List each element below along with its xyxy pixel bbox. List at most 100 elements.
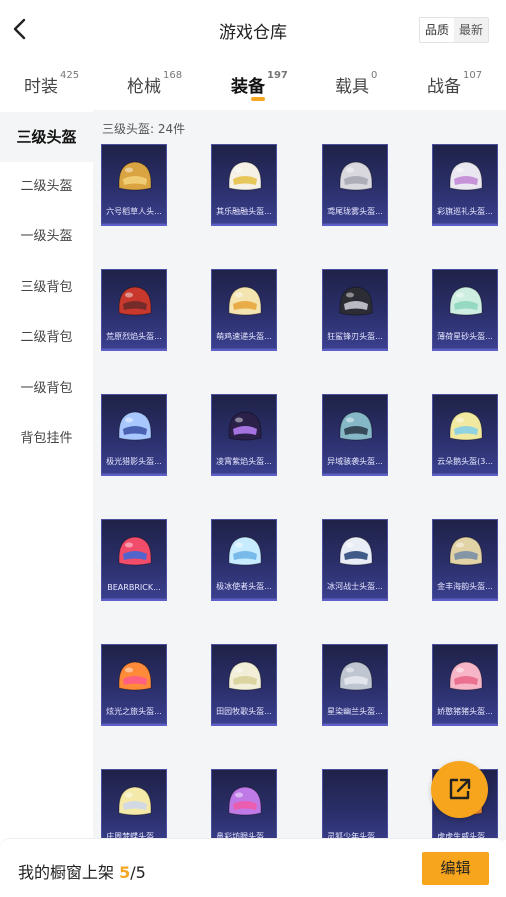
item-card[interactable]: 薄荷星砂头盔...	[432, 269, 498, 349]
item-card[interactable]: 炫光之旅头盔...	[101, 644, 167, 724]
item-name: 云朵鹅头盔(3...	[437, 457, 493, 466]
sort-toggle[interactable]: 品质 最新	[418, 17, 489, 43]
item-card[interactable]: 彩旗巡礼头盔...	[432, 144, 498, 224]
item-card[interactable]: 鼻彩坊眼头盔...	[211, 769, 277, 840]
showcase-current: 5	[119, 863, 131, 882]
helmet-icon	[339, 286, 373, 316]
item-card[interactable]: 田园牧歌头盔...	[211, 644, 277, 724]
active-tab-indicator	[251, 97, 265, 101]
tab-label: 枪械	[127, 77, 161, 97]
sidebar-item-level3-backpack[interactable]: 三级背包	[0, 263, 93, 313]
sidebar-item-level2-backpack[interactable]: 二级背包	[0, 313, 93, 363]
item-name: 凌霄紫焰头盔...	[216, 457, 272, 466]
helmet-icon	[118, 411, 152, 441]
tab-count: 197	[267, 70, 288, 81]
item-grid-area: 三级头盔: 24件 六号稻草人头... 其乐融融头盔... 鸢尾珑雾头盔... 彩旗巡…	[93, 110, 506, 840]
tab-label: 战备	[427, 77, 461, 97]
item-name: 薄荷星砂头盔...	[437, 332, 493, 341]
helmet-icon	[339, 411, 373, 441]
item-name: BEARBRICK...	[107, 583, 161, 592]
tab-vehicles[interactable]: 载具0	[335, 70, 378, 106]
sidebar-item-level3-helmet[interactable]: 三级头盔	[0, 112, 93, 162]
tab-count: 168	[163, 70, 183, 81]
item-name: 狂鲨锋刃头盔...	[327, 332, 383, 341]
item-name: 冰河战士头盔...	[327, 582, 383, 591]
item-card[interactable]: 星染幽兰头盔...	[322, 644, 388, 724]
item-card[interactable]: 狂鲨锋刃头盔...	[322, 269, 388, 349]
sidebar: 三级头盔 二级头盔 一级头盔 三级背包 二级背包 一级背包 背包挂件	[0, 110, 93, 840]
item-card[interactable]: BEARBRICK...	[101, 519, 167, 599]
item-name: 极冰使者头盔...	[216, 582, 272, 591]
item-card[interactable]: 灵狐少年头盔...	[322, 769, 388, 840]
helmet-icon	[339, 536, 373, 566]
item-name: 星染幽兰头盔...	[327, 707, 383, 716]
tab-label: 载具	[335, 77, 369, 97]
helmet-icon	[228, 411, 262, 441]
helmet-icon	[339, 661, 373, 691]
item-name: 萌鸡速递头盔...	[216, 332, 272, 341]
item-card[interactable]: 极光猎影头盔...	[101, 394, 167, 474]
edit-button[interactable]: 编辑	[422, 852, 489, 885]
tab-count: 107	[463, 70, 483, 81]
header: 游戏仓库 品质 最新	[0, 0, 506, 60]
helmet-icon	[339, 161, 373, 191]
tab-supplies[interactable]: 战备107	[427, 70, 483, 106]
tab-count: 425	[60, 70, 80, 81]
item-card[interactable]: 异域骇袭头盔...	[322, 394, 388, 474]
item-name: 其乐融融头盔...	[216, 207, 272, 216]
helmet-icon	[449, 661, 483, 691]
category-tabs: 时装425 枪械168 装备197 载具0 战备107	[0, 62, 506, 108]
item-name: 鸢尾珑雾头盔...	[327, 207, 383, 216]
item-card[interactable]: 冰河战士头盔...	[322, 519, 388, 599]
item-name: 异域骇袭头盔...	[327, 457, 383, 466]
item-card[interactable]: 其乐融融头盔...	[211, 144, 277, 224]
showcase-footer: 我的橱窗上架 5/5 编辑	[0, 838, 506, 897]
sort-option-quality[interactable]: 品质	[419, 18, 454, 42]
sidebar-item-level1-helmet[interactable]: 一级头盔	[0, 212, 93, 262]
item-card[interactable]: 六号稻草人头...	[101, 144, 167, 224]
item-card[interactable]: 凌霄紫焰头盔...	[211, 394, 277, 474]
helmet-icon	[118, 661, 152, 691]
item-name: 金丰海韵头盔...	[437, 582, 493, 591]
helmet-icon	[118, 161, 152, 191]
helmet-icon	[118, 286, 152, 316]
item-name: 极光猎影头盔...	[106, 457, 162, 466]
item-card[interactable]: 荒原烈焰头盔...	[101, 269, 167, 349]
item-name: 炫光之旅头盔...	[106, 707, 162, 716]
helmet-icon	[449, 411, 483, 441]
item-card[interactable]: 鸢尾珑雾头盔...	[322, 144, 388, 224]
sidebar-item-level1-backpack[interactable]: 一级背包	[0, 364, 93, 414]
tab-count: 0	[371, 70, 378, 81]
helmet-icon	[118, 536, 152, 566]
item-card[interactable]: 金丰海韵头盔...	[432, 519, 498, 599]
helmet-icon	[228, 536, 262, 566]
share-button[interactable]	[431, 761, 488, 818]
section-title: 三级头盔: 24件	[102, 122, 186, 136]
helmet-icon	[449, 161, 483, 191]
helmet-icon	[228, 661, 262, 691]
item-name: 彩旗巡礼头盔...	[437, 207, 493, 216]
helmet-icon	[118, 786, 152, 816]
sidebar-item-backpack-charm[interactable]: 背包挂件	[0, 414, 93, 464]
warehouse-body: 三级头盔 二级头盔 一级头盔 三级背包 二级背包 一级背包 背包挂件 三级头盔:…	[0, 110, 506, 840]
tab-label: 时装	[24, 77, 58, 97]
share-icon	[449, 778, 471, 800]
showcase-status: 我的橱窗上架 5/5	[18, 859, 146, 883]
sort-option-latest[interactable]: 最新	[453, 18, 488, 42]
helmet-icon	[228, 161, 262, 191]
item-card[interactable]: 庄周梦蝶头盔...	[101, 769, 167, 840]
item-card[interactable]: 娇憨猪猪头盔...	[432, 644, 498, 724]
tab-label: 装备	[231, 77, 265, 97]
tab-weapons[interactable]: 枪械168	[127, 70, 183, 106]
helmet-icon	[228, 286, 262, 316]
item-name: 田园牧歌头盔...	[216, 707, 272, 716]
helmet-icon	[228, 786, 262, 816]
item-card[interactable]: 萌鸡速递头盔...	[211, 269, 277, 349]
showcase-total: 5	[135, 863, 146, 882]
helmet-icon	[449, 536, 483, 566]
helmet-icon	[449, 286, 483, 316]
item-card[interactable]: 云朵鹅头盔(3...	[432, 394, 498, 474]
item-card[interactable]: 极冰使者头盔...	[211, 519, 277, 599]
sidebar-item-level2-helmet[interactable]: 二级头盔	[0, 162, 93, 212]
tab-fashion[interactable]: 时装425	[24, 70, 80, 106]
